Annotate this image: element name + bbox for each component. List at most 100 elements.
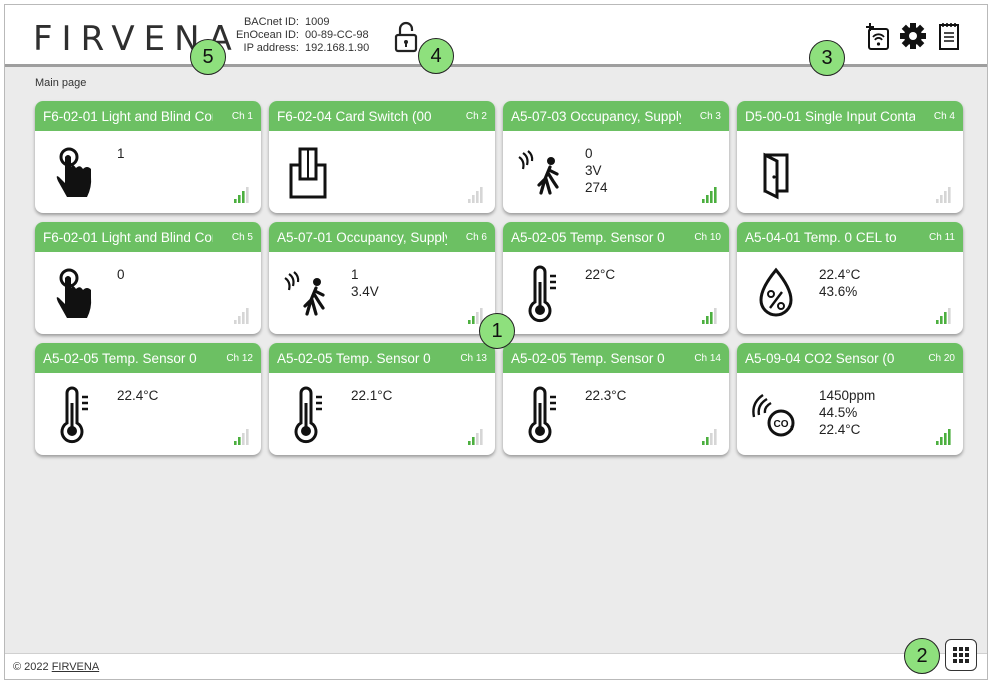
thermometer-icon <box>517 385 567 445</box>
signal-bar <box>242 312 245 324</box>
card-body: 22°C <box>503 252 729 334</box>
notepad-icon[interactable] <box>935 21 963 51</box>
card-value: 3.4V <box>351 284 379 299</box>
card-value: 22.1°C <box>351 388 393 403</box>
signal-bar <box>234 320 237 324</box>
card-value: 1 <box>351 267 359 282</box>
card-header: A5-07-03 Occupancy, Supply Ch 3 <box>503 101 729 131</box>
device-card[interactable]: A5-09-04 CO2 Sensor (0 Ch 20 CO 2 1450ppm 44.… <box>737 343 963 455</box>
signal-bar <box>944 312 947 324</box>
card-body: 22.1°C <box>269 373 495 455</box>
signal-bar <box>480 429 483 445</box>
signal-bar <box>476 312 479 324</box>
touch-icon <box>49 143 99 203</box>
signal-strength-icon <box>468 429 483 445</box>
device-card[interactable]: A5-04-01 Temp. 0 CEL to Ch 11 22.4°C 43.6% <box>737 222 963 334</box>
gear-icon[interactable] <box>899 21 927 51</box>
app-grid-button[interactable] <box>945 639 977 671</box>
co2-sensor-icon: CO 2 <box>751 385 801 445</box>
device-card[interactable]: F6-02-01 Light and Blind Control Ch 5 0 <box>35 222 261 334</box>
signal-bar <box>948 429 951 445</box>
add-device-icon[interactable] <box>863 21 891 51</box>
card-value: 0 <box>117 267 125 282</box>
signal-bar <box>242 191 245 203</box>
copyright: © 2022 FIRVENA <box>13 661 100 673</box>
signal-bar <box>940 195 943 203</box>
signal-bar <box>242 433 245 445</box>
signal-bar <box>710 191 713 203</box>
breadcrumb[interactable]: Main page <box>35 77 86 89</box>
card-title: D5-00-01 Single Input Contact <box>745 108 915 124</box>
device-card[interactable]: A5-02-05 Temp. Sensor 0 Ch 14 22.3°C <box>503 343 729 455</box>
device-grid: F6-02-01 Light and Blind ControlCh 11F6-… <box>35 101 963 455</box>
signal-bar <box>702 441 705 445</box>
card-value: 44.5% <box>819 405 858 420</box>
signal-bar <box>948 308 951 324</box>
grid-icon <box>953 647 969 663</box>
channel-label: Ch 10 <box>694 232 721 243</box>
signal-bar <box>944 433 947 445</box>
device-card[interactable]: A5-02-05 Temp. Sensor 0 Ch 10 22°C <box>503 222 729 334</box>
signal-bar <box>234 199 237 203</box>
occupancy-icon <box>517 143 567 203</box>
device-card[interactable]: A5-07-03 Occupancy, Supply Ch 3 0 3V 274 <box>503 101 729 213</box>
channel-label: Ch 6 <box>465 232 487 243</box>
bacnet-id-row: BACnet ID: 1009 <box>243 16 330 28</box>
card-title: F6-02-01 Light and Blind Control <box>43 108 213 124</box>
signal-bar <box>246 187 249 203</box>
card-body <box>737 131 963 213</box>
card-title: A5-02-05 Temp. Sensor 0 <box>511 350 665 366</box>
card-value: 274 <box>585 180 608 195</box>
channel-label: Ch 11 <box>929 232 955 243</box>
card-header: F6-02-04 Card Switch (00 Ch 2 <box>269 101 495 131</box>
card-header: A5-02-05 Temp. Sensor 0 Ch 13 <box>269 343 495 373</box>
unlocked-padlock-icon[interactable] <box>394 21 418 53</box>
channel-label: Ch 1 <box>231 111 253 122</box>
card-title: F6-02-04 Card Switch (00 <box>277 108 432 124</box>
card-header: F6-02-01 Light and Blind Control Ch 1 <box>35 101 261 131</box>
card-body: CO 2 1450ppm 44.5% 22.4°C <box>737 373 963 455</box>
footer: © 2022 FIRVENA <box>5 653 987 679</box>
signal-bar <box>472 195 475 203</box>
channel-label: Ch 12 <box>226 353 253 364</box>
svg-text:CO: CO <box>774 419 789 430</box>
signal-bar <box>702 320 705 324</box>
signal-bar <box>940 437 943 445</box>
signal-bar <box>472 437 475 445</box>
signal-bar <box>714 187 717 203</box>
signal-bar <box>238 316 241 324</box>
card-title: A5-02-05 Temp. Sensor 0 <box>511 229 665 245</box>
card-value: 22°C <box>585 267 616 282</box>
firvena-link[interactable]: FIRVENA <box>52 661 99 673</box>
card-title: A5-04-01 Temp. 0 CEL to <box>745 229 897 245</box>
device-card[interactable]: A5-02-05 Temp. Sensor 0 Ch 13 22.1°C <box>269 343 495 455</box>
touch-icon <box>49 264 99 324</box>
card-values: 22°C <box>585 266 615 283</box>
card-header: A5-02-05 Temp. Sensor 0 Ch 14 <box>503 343 729 373</box>
signal-bar <box>468 199 471 203</box>
card-value: 3V <box>585 163 602 178</box>
signal-strength-icon <box>702 308 717 324</box>
device-card[interactable]: A5-07-01 Occupancy, Supply Ch 6 1 3.4V <box>269 222 495 334</box>
card-values: 0 3V 274 <box>585 145 608 196</box>
card-values: 22.3°C <box>585 387 626 404</box>
card-switch-icon <box>283 143 333 203</box>
card-body: 0 3V 274 <box>503 131 729 213</box>
signal-bar <box>476 191 479 203</box>
card-values: 1450ppm 44.5% 22.4°C <box>819 387 875 438</box>
signal-bar <box>246 308 249 324</box>
device-card[interactable]: D5-00-01 Single Input Contact Ch 4 <box>737 101 963 213</box>
card-title: F6-02-01 Light and Blind Control <box>43 229 213 245</box>
card-header: A5-02-05 Temp. Sensor 0 Ch 10 <box>503 222 729 252</box>
signal-bar <box>702 199 705 203</box>
device-card[interactable]: F6-02-01 Light and Blind Control Ch 1 1 <box>35 101 261 213</box>
door-icon <box>751 143 801 203</box>
annotation-marker-3: 3 <box>809 40 845 76</box>
device-card[interactable]: A5-02-05 Temp. Sensor 0 Ch 12 22.4°C <box>35 343 261 455</box>
signal-bar <box>468 320 471 324</box>
device-card[interactable]: F6-02-04 Card Switch (00 Ch 2 <box>269 101 495 213</box>
signal-bar <box>468 441 471 445</box>
card-header: A5-07-01 Occupancy, Supply Ch 6 <box>269 222 495 252</box>
card-values: 22.1°C <box>351 387 392 404</box>
device-ids: BACnet ID: 1009 EnOcean ID: 00-89-CC-98 IP… <box>225 16 369 55</box>
